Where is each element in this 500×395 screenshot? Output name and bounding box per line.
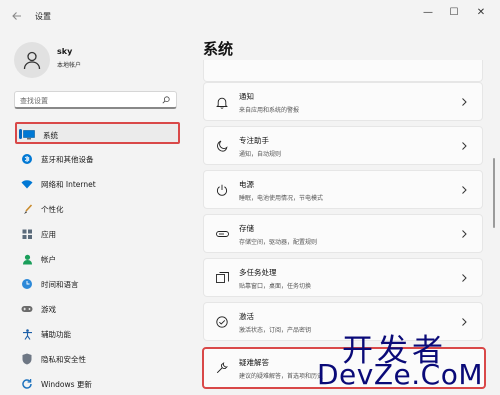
settings-card-partial [203, 60, 483, 82]
apps-icon [21, 228, 33, 240]
settings-card-notifications[interactable]: 通知 来自应用和系统的警报 [203, 82, 483, 121]
settings-card-power[interactable]: 电源 睡眠，电池使用情况，节电模式 [203, 170, 483, 209]
sidebar-item-label: 游戏 [41, 305, 56, 314]
card-title: 通知 [239, 92, 254, 101]
sidebar-item-accounts[interactable]: 帐户 [15, 248, 180, 270]
storage-icon [215, 227, 229, 241]
sidebar-item-time-language[interactable]: 时间和语言 [15, 273, 180, 295]
card-title: 激活 [239, 312, 254, 321]
card-title: 疑难解答 [239, 358, 269, 367]
sidebar-item-label: 网络和 Internet [41, 180, 96, 189]
chevron-right-icon [462, 186, 467, 194]
card-subtitle: 激活状态，订阅，产品密钥 [239, 327, 312, 334]
avatar[interactable] [14, 42, 50, 78]
bluetooth-icon [21, 153, 33, 165]
globe-clock-icon [21, 278, 33, 290]
watermark-text: DevZe.CoM [317, 358, 484, 391]
shield-icon [21, 353, 33, 365]
sidebar-item-label: 个性化 [41, 205, 64, 214]
sidebar-item-privacy[interactable]: 隐私和安全性 [15, 348, 180, 370]
back-arrow-icon[interactable] [11, 10, 25, 24]
sidebar-item-network[interactable]: 网络和 Internet [15, 173, 180, 195]
maximize-button[interactable]: ☐ [443, 6, 465, 20]
title-bar: 设置 — ☐ ✕ [0, 0, 500, 36]
minimize-button[interactable]: — [417, 6, 439, 20]
account-type: 本地帐户 [57, 62, 82, 69]
sidebar-item-label: 系统 [43, 131, 58, 140]
settings-card-multitasking[interactable]: 多任务处理 贴靠窗口，桌面，任务切换 [203, 258, 483, 297]
sidebar-item-label: 时间和语言 [41, 280, 79, 289]
bell-icon [215, 95, 229, 109]
card-title: 专注助手 [239, 136, 269, 145]
search-input[interactable]: 查找设置 [14, 91, 177, 109]
card-subtitle: 建议的疑难解答，首选项和历史 [239, 373, 324, 380]
chevron-right-icon [462, 142, 467, 150]
chevron-right-icon [462, 318, 467, 326]
multitask-icon [215, 271, 229, 285]
sidebar-item-windows-update[interactable]: Windows 更新 [15, 373, 180, 395]
card-subtitle: 存储空间，驱动器，配置规则 [239, 239, 318, 246]
user-name: sky [57, 47, 73, 56]
card-subtitle: 贴靠窗口，桌面，任务切换 [239, 283, 312, 290]
card-subtitle: 来自应用和系统的警报 [239, 107, 300, 114]
wrench-icon [215, 361, 229, 375]
sidebar-item-label: 辅助功能 [41, 330, 71, 339]
sidebar-item-apps[interactable]: 应用 [15, 223, 180, 245]
close-button[interactable]: ✕ [470, 6, 492, 20]
selection-indicator [19, 129, 22, 139]
check-circle-icon [215, 315, 229, 329]
settings-card-focus-assist[interactable]: 专注助手 通知，自动规则 [203, 126, 483, 165]
sidebar-item-label: 帐户 [41, 255, 56, 264]
update-icon [21, 378, 33, 390]
window-title: 设置 [35, 12, 51, 21]
card-subtitle: 睡眠，电池使用情况，节电模式 [239, 195, 324, 202]
sidebar-item-label: Windows 更新 [41, 380, 92, 389]
person-icon [23, 51, 41, 70]
sidebar-item-personalization[interactable]: 个性化 [15, 198, 180, 220]
settings-card-storage[interactable]: 存储 存储空间，驱动器，配置规则 [203, 214, 483, 253]
sidebar-item-accessibility[interactable]: 辅助功能 [15, 323, 180, 345]
card-subtitle: 通知，自动规则 [239, 151, 282, 158]
chevron-right-icon [462, 230, 467, 238]
scrollbar-thumb[interactable] [493, 158, 495, 228]
sidebar-item-label: 应用 [41, 230, 56, 239]
sidebar-item-label: 隐私和安全性 [41, 355, 86, 364]
sidebar-item-gaming[interactable]: 游戏 [15, 298, 180, 320]
card-title: 电源 [239, 180, 254, 189]
accessibility-icon [21, 328, 33, 340]
card-title: 多任务处理 [239, 268, 277, 277]
page-title: 系统 [203, 40, 234, 58]
card-title: 存储 [239, 224, 254, 233]
sidebar-item-system[interactable]: 系统 [15, 122, 180, 144]
moon-icon [215, 139, 229, 153]
sidebar-item-label: 蓝牙和其他设备 [41, 155, 94, 164]
search-placeholder: 查找设置 [20, 97, 48, 105]
sidebar-item-bluetooth[interactable]: 蓝牙和其他设备 [15, 148, 180, 170]
power-icon [215, 183, 229, 197]
brush-icon [21, 203, 33, 215]
monitor-icon [23, 129, 35, 141]
gamepad-icon [21, 303, 33, 315]
search-icon [162, 96, 170, 104]
chevron-right-icon [462, 98, 467, 106]
wifi-icon [21, 178, 33, 190]
chevron-right-icon [462, 274, 467, 282]
person-icon [21, 253, 33, 265]
